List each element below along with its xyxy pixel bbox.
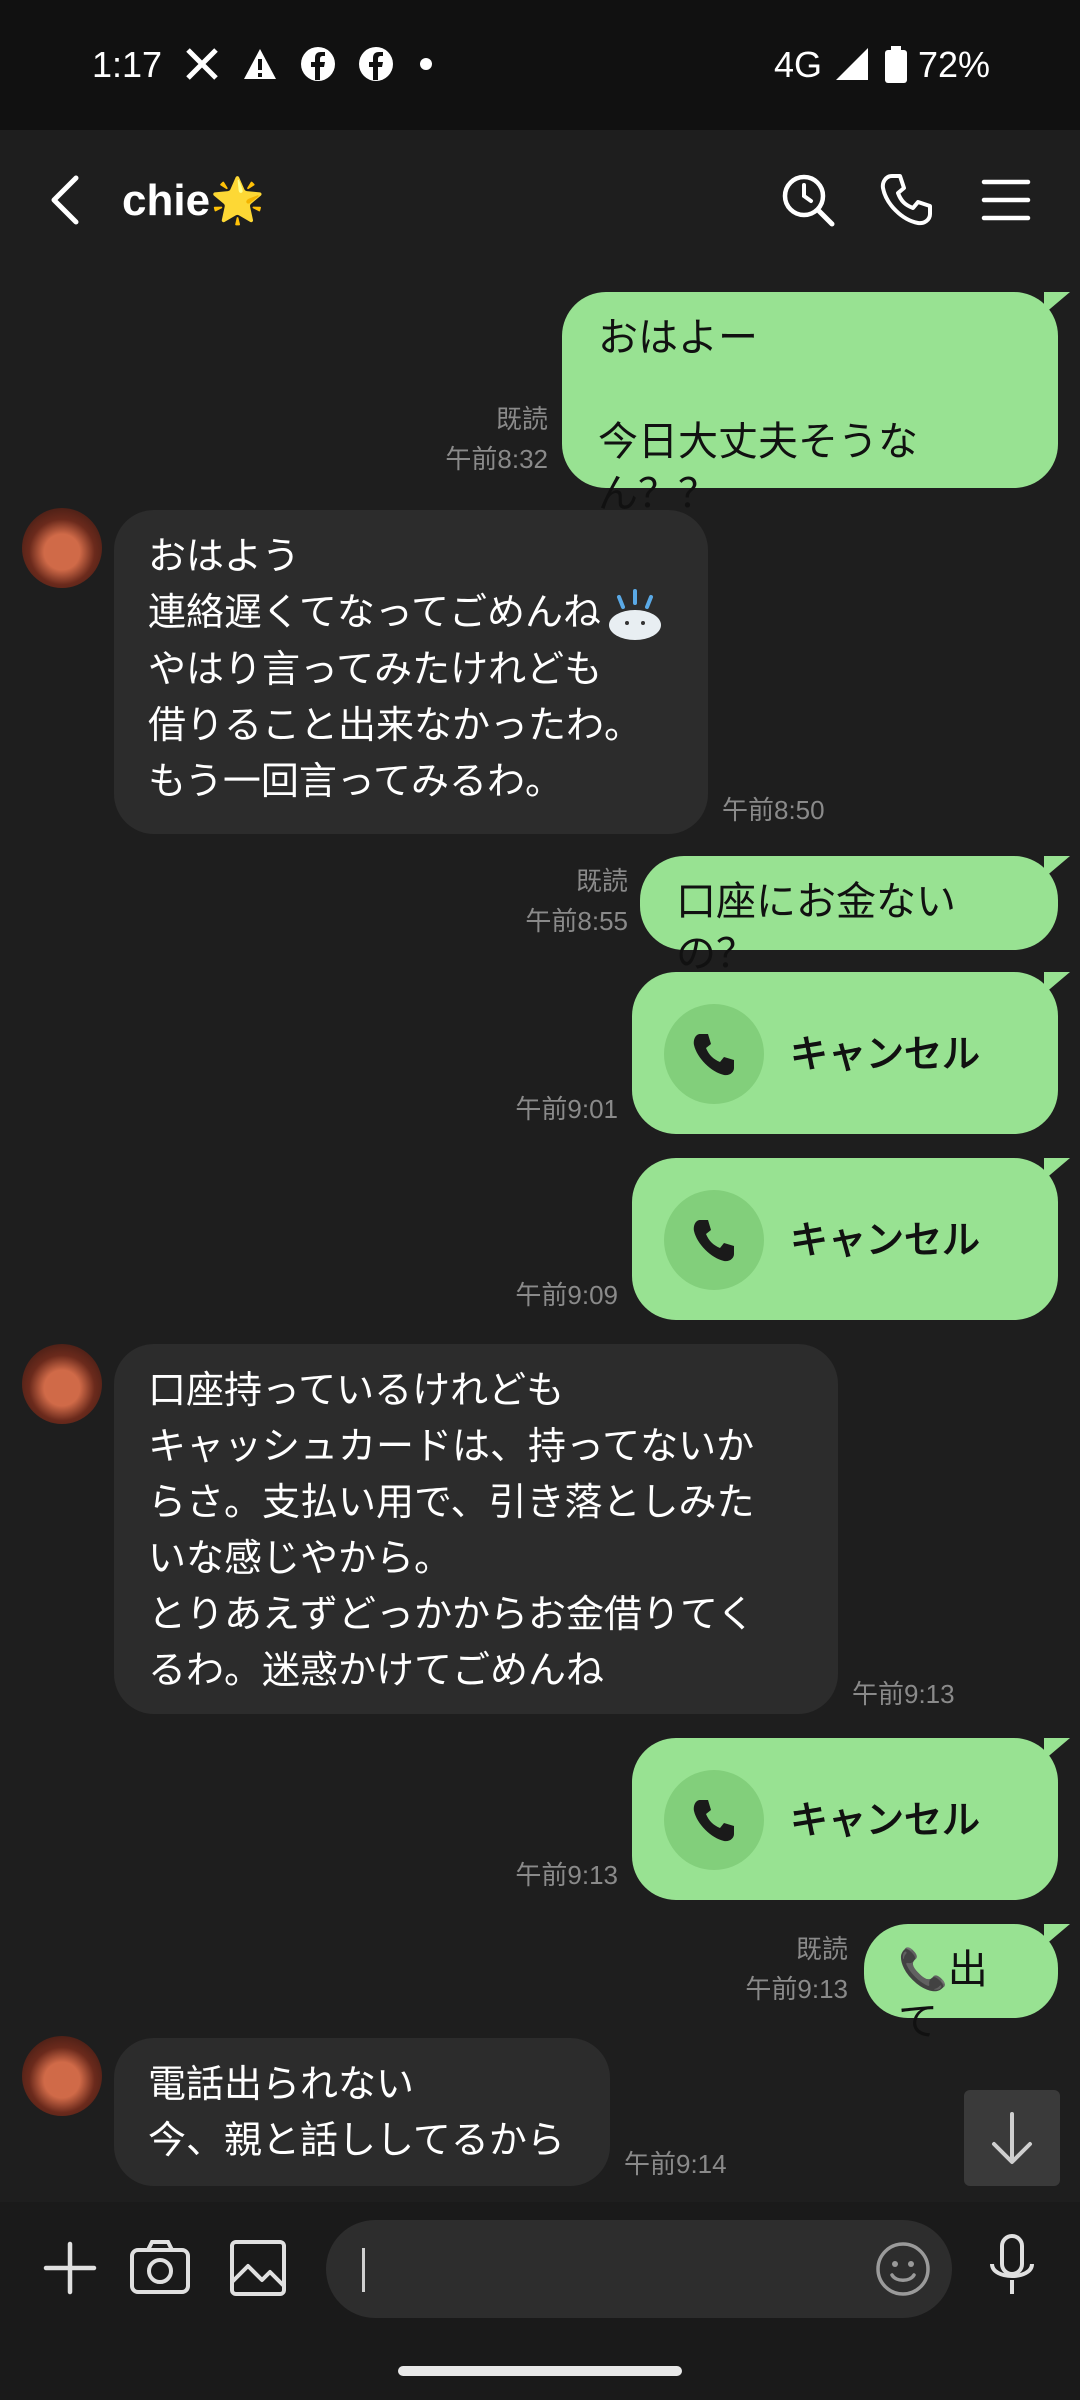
message-input[interactable] [326,2220,952,2318]
chat-title[interactable]: chie🌟 [122,174,265,226]
call-bubble[interactable]: キャンセル [632,1158,1058,1320]
message-bubble-incoming[interactable]: 口座持っているけれども キャッシュカードは、持ってないか らさ。支払い用で、引き… [114,1344,838,1714]
message-line: 今、親と話ししてるから [148,2118,565,2162]
read-receipt: 既読 [495,404,548,434]
message-time: 午前9:13 [745,1974,848,2004]
message-time: 午前9:13 [852,1679,955,1709]
avatar[interactable] [22,1344,102,1424]
message-bubble-incoming[interactable]: 電話出られない 今、親と話ししてるから [114,2038,610,2186]
mic-icon[interactable] [982,2232,1042,2302]
emoji-icon[interactable] [874,2240,932,2298]
status-time: 1:17 [92,44,163,85]
text-caret [362,2248,365,2292]
message-line: 電話出られない [148,2062,415,2106]
facebook-icon [300,46,336,82]
avatar[interactable] [22,508,102,588]
message-bubble-outgoing[interactable]: 📞出て [864,1924,1058,2045]
message-line: キャッシュカードは、持ってないか [148,1424,755,1468]
battery-label: 72% [918,44,991,85]
call-icon-circle [664,1004,764,1104]
sweat-emoji-sticker [605,588,665,641]
bubble-tail [1044,972,1070,994]
message-bubble-outgoing[interactable]: 口座にお金ないの？ [640,856,1058,977]
message-line: らさ。支払い用で、引き落としみた [148,1480,755,1524]
network-label: 4G [774,44,823,85]
message-time: 午前9:13 [515,1860,618,1890]
home-indicator[interactable] [398,2366,682,2376]
battery-icon [884,46,908,83]
camera-icon[interactable] [128,2238,192,2298]
read-receipt: 既読 [575,866,628,896]
message-line: おはよう [148,534,301,578]
message-line: もう一回言ってみるわ。 [148,758,563,803]
message-bubble-incoming[interactable]: おはよう 連絡遅くてなってごめんね やはり言ってみたけれども 借りること出来なか… [114,510,708,834]
call-icon-circle [664,1770,764,1870]
message-line: とりあえずどっかからお金借りてく [148,1592,755,1636]
message-line: いな感じやから。 [148,1536,453,1580]
call-bubble[interactable]: キャンセル [632,972,1058,1134]
back-icon[interactable] [36,168,100,232]
call-status-label: キャンセル [790,1218,981,1262]
bubble-tail [1044,292,1070,314]
avatar[interactable] [22,2036,102,2116]
message-time: 午前9:01 [515,1094,618,1124]
facebook-icon [358,46,394,82]
search-clock-icon[interactable] [776,168,840,232]
message-line-text: 連絡遅くてなってごめんね [148,590,601,634]
warning-icon [242,46,278,82]
message-bubble-outgoing[interactable]: おはよー 今日大丈夫そうなん？？ [562,292,1058,517]
dot-icon [420,58,432,70]
message-line: 今日大丈夫そうなん？？ [598,419,918,517]
bubble-tail [1044,1738,1070,1760]
call-bubble[interactable]: キャンセル [632,1738,1058,1900]
message-time: 午前8:50 [722,795,825,825]
menu-icon[interactable] [974,168,1038,232]
bubble-tail [1044,856,1070,878]
message-line: やはり言ってみたけれども [148,646,603,691]
status-bar: 1:17 4G 72% [0,0,1080,130]
chat-header: chie🌟 [0,130,1080,270]
bubble-tail [1044,1158,1070,1180]
phone-icon[interactable] [874,168,938,232]
message-line: 連絡遅くてなってごめんね [148,584,674,641]
read-receipt: 既読 [795,1934,848,1964]
message-line: 口座持っているけれども [148,1368,565,1412]
signal-icon [834,46,870,82]
x-icon [184,46,220,82]
image-icon[interactable] [228,2238,288,2298]
message-line: るわ。迷惑かけてごめんね [148,1648,605,1692]
bubble-tail [1044,1924,1070,1946]
message-time: 午前9:09 [515,1280,618,1310]
scroll-to-bottom-button[interactable] [964,2090,1060,2186]
message-line [598,364,1022,416]
message-time: 午前8:32 [445,444,548,474]
call-status-label: キャンセル [790,1032,981,1076]
arrow-down-icon [992,2112,1032,2164]
call-icon-circle [664,1190,764,1290]
plus-icon[interactable] [38,2236,102,2300]
message-line: 借りること出来なかったわ。 [148,702,643,747]
message-time: 午前8:55 [525,906,628,936]
message-time: 午前9:14 [624,2149,727,2179]
message-line: おはよー [598,315,758,361]
call-status-label: キャンセル [790,1798,981,1842]
message-line: 口座にお金ないの？ [676,879,956,977]
message-line: 📞出て [898,1947,988,2045]
